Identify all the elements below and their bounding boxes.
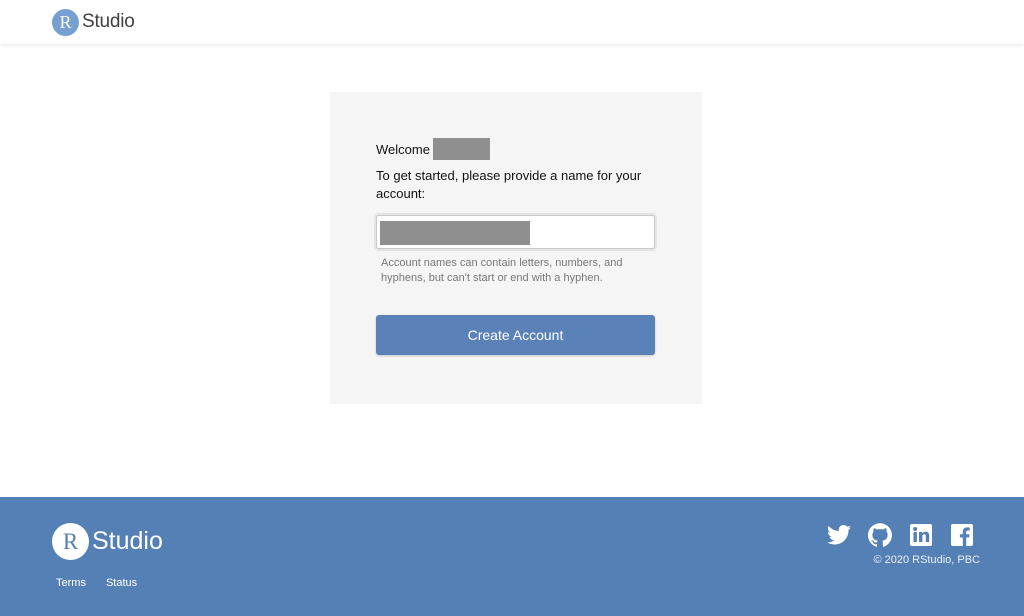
twitter-icon[interactable]	[826, 523, 851, 547]
copyright-text: © 2020 RStudio, PBC	[873, 554, 980, 566]
rstudio-logo[interactable]: R Studio	[52, 8, 135, 36]
site-footer: R Studio Terms Status © 2020 RStudio, PB…	[0, 497, 1024, 616]
github-icon-glyph	[867, 523, 892, 547]
top-header: R Studio	[0, 0, 1024, 44]
welcome-label: Welcome	[376, 141, 430, 157]
account-name-input[interactable]	[377, 216, 654, 248]
social-links	[826, 523, 974, 547]
footer-link-terms[interactable]: Terms	[56, 577, 86, 589]
footer-rstudio-logo-icon: R	[52, 523, 89, 560]
linkedin-icon[interactable]	[908, 523, 933, 547]
redacted-user-name	[432, 138, 490, 160]
github-icon[interactable]	[867, 523, 892, 547]
footer-rstudio-logo-text: Studio	[92, 527, 163, 555]
linkedin-icon-glyph	[909, 524, 932, 546]
rstudio-logo-icon: R	[52, 8, 79, 36]
account-name-hint: Account names can contain letters, numbe…	[381, 257, 623, 284]
footer-rstudio-logo[interactable]: R Studio	[52, 523, 163, 560]
footer-link-status[interactable]: Status	[106, 577, 137, 589]
create-account-button[interactable]: Create Account	[376, 315, 655, 355]
rstudio-logo-text: Studio	[82, 11, 135, 32]
facebook-icon[interactable]	[949, 523, 974, 547]
welcome-row: Welcome	[376, 138, 490, 160]
create-account-card: Welcome To get started, please provide a…	[330, 92, 702, 404]
twitter-icon-glyph	[826, 525, 851, 545]
intro-text: To get started, please provide a name fo…	[376, 168, 642, 201]
facebook-icon-glyph	[950, 524, 973, 546]
footer-links: Terms Status	[56, 577, 137, 589]
account-name-field-wrapper	[376, 215, 655, 249]
